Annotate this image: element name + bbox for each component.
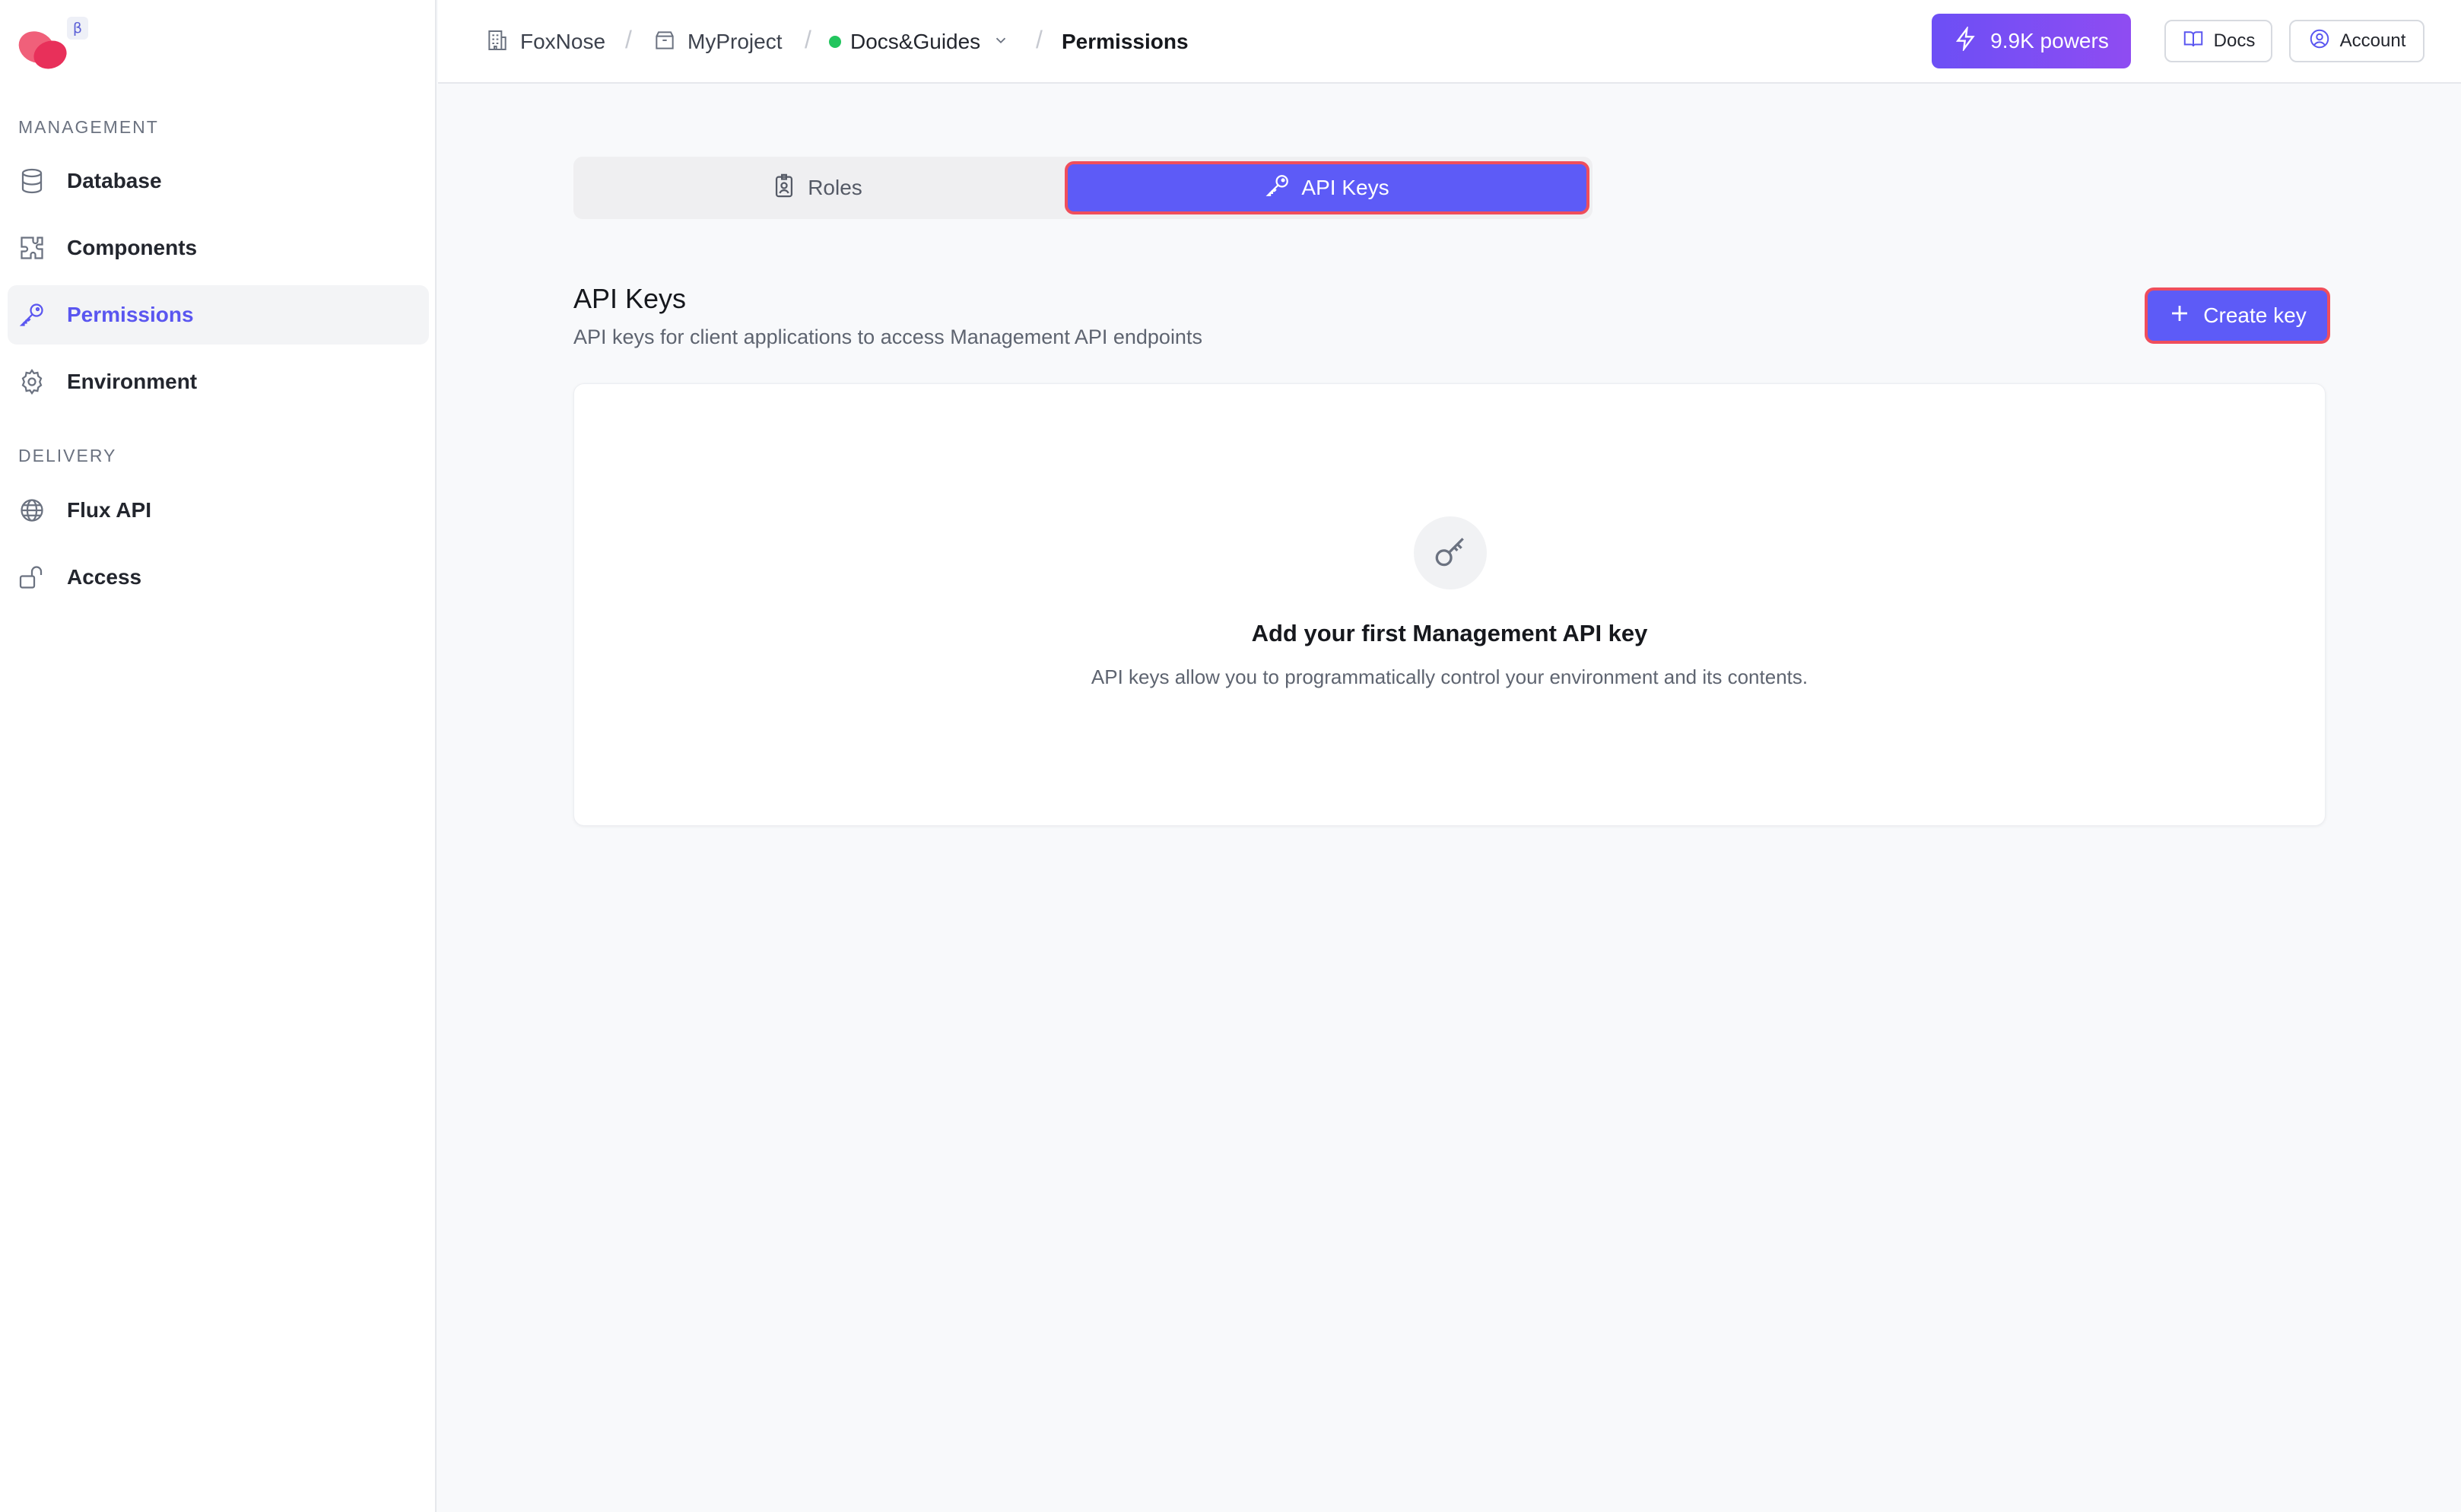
sidebar-item-label: Components — [67, 236, 198, 259]
breadcrumb-separator: / — [805, 26, 811, 53]
user-circle-icon — [2308, 27, 2340, 56]
sidebar: β MANAGEMENT Database Components Permiss… — [0, 0, 437, 1512]
breadcrumb-project[interactable]: MyProject — [653, 24, 782, 59]
gear-icon — [18, 368, 46, 395]
empty-state-description: API keys allow you to programmatically c… — [1091, 665, 1808, 688]
tab-roles[interactable]: Roles — [573, 161, 1060, 214]
powers-label: 9.9K powers — [1990, 29, 2109, 52]
breadcrumb-org[interactable]: FoxNose — [485, 24, 605, 59]
sidebar-item-components[interactable]: Components — [8, 218, 429, 278]
environment-status-dot — [829, 36, 841, 48]
empty-state-title: Add your first Management API key — [1251, 620, 1648, 646]
breadcrumb-org-label: FoxNose — [520, 30, 606, 53]
puzzle-icon — [18, 234, 46, 262]
sidebar-item-access[interactable]: Access — [8, 548, 429, 607]
sidebar-item-label: Environment — [67, 370, 198, 393]
book-icon — [2182, 27, 2214, 56]
delivery-section-title: DELIVERY — [18, 446, 117, 465]
sidebar-item-label: Permissions — [67, 303, 194, 326]
sidebar-item-label: Flux API — [67, 498, 151, 522]
api-keys-title: API Keys — [573, 283, 687, 314]
tab-api-keys[interactable]: API Keys — [1065, 161, 1589, 214]
database-icon — [18, 167, 46, 195]
account-label: Account — [2339, 30, 2406, 51]
api-keys-empty-state: Add your first Management API key API ke… — [573, 383, 2326, 826]
key-icon — [18, 301, 46, 329]
api-keys-subtitle: API keys for client applications to acce… — [573, 326, 1202, 348]
app-root: β MANAGEMENT Database Components Permiss… — [0, 0, 2461, 1512]
badge-icon — [771, 173, 808, 204]
unlock-icon — [18, 564, 46, 591]
sidebar-item-flux-api[interactable]: Flux API — [8, 481, 429, 540]
globe-icon — [18, 497, 46, 524]
breadcrumb-current: Permissions — [1051, 24, 1189, 59]
create-key-button[interactable]: Create key — [2145, 287, 2330, 344]
beta-badge: β — [67, 17, 88, 40]
tab-label: Roles — [808, 176, 862, 199]
lightning-icon — [1954, 24, 1990, 56]
breadcrumb-separator: / — [1036, 26, 1043, 53]
building-icon — [485, 28, 510, 56]
key-icon — [1265, 173, 1301, 204]
box-icon — [653, 28, 677, 56]
powers-button[interactable]: 9.9K powers — [1932, 14, 2131, 68]
sidebar-item-environment[interactable]: Environment — [8, 352, 429, 411]
account-button[interactable]: Account — [2289, 20, 2424, 62]
chevron-down-icon — [992, 32, 1009, 52]
breadcrumb-project-label: MyProject — [687, 30, 783, 53]
topbar: FoxNose / MyProject / Docs&Guides / Perm… — [438, 0, 2461, 84]
permissions-tabs: Roles API Keys — [573, 157, 1593, 219]
tab-label: API Keys — [1301, 176, 1389, 199]
breadcrumb-current-label: Permissions — [1062, 30, 1189, 53]
breadcrumb-environment-label: Docs&Guides — [850, 30, 981, 53]
docs-button[interactable]: Docs — [2164, 20, 2272, 62]
breadcrumb-environment-dropdown[interactable]: Docs&Guides — [829, 24, 1009, 59]
sidebar-item-label: Database — [67, 169, 162, 192]
sidebar-item-permissions[interactable]: Permissions — [8, 285, 429, 345]
breadcrumb-separator: / — [625, 26, 632, 53]
management-section-title: MANAGEMENT — [18, 117, 159, 137]
docs-label: Docs — [2213, 30, 2256, 51]
sidebar-item-label: Access — [67, 565, 142, 589]
plus-icon — [2168, 302, 2203, 330]
sidebar-item-database[interactable]: Database — [8, 151, 429, 211]
key-icon — [1414, 516, 1487, 589]
create-key-label: Create key — [2203, 303, 2307, 327]
